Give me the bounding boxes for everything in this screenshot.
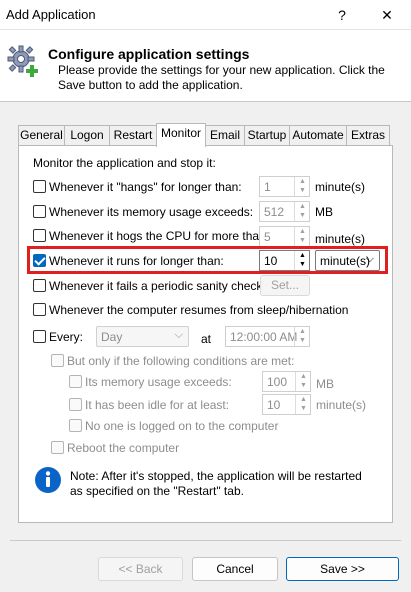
cond-idle-label: It has been idle for at least:	[85, 398, 230, 412]
hangs-checkbox[interactable]	[33, 180, 46, 193]
cancel-button[interactable]: Cancel	[192, 557, 278, 581]
spin-down-icon[interactable]: ▼	[296, 381, 311, 390]
memory-label: Whenever its memory usage exceeds:	[49, 205, 254, 219]
memory-unit: MB	[315, 205, 333, 219]
spin-down-icon[interactable]: ▼	[295, 186, 310, 195]
help-button[interactable]: ?	[330, 4, 354, 26]
runtime-stepper[interactable]: 10 ▲ ▼	[259, 250, 310, 271]
runtime-label: Whenever it runs for longer than:	[49, 254, 224, 268]
hangs-unit: minute(s)	[315, 180, 366, 194]
monitor-intro: Monitor the application and stop it:	[33, 156, 216, 170]
cond-memory-label: Its memory usage exceeds:	[85, 375, 232, 389]
memory-checkbox[interactable]	[33, 205, 46, 218]
window-title: Add Application	[6, 7, 96, 22]
dialog-header: Configure application settings Please pr…	[0, 30, 411, 102]
resume-label: Whenever the computer resumes from sleep…	[49, 303, 349, 317]
cpu-label: Whenever it hogs the CPU for more than:	[49, 229, 270, 243]
spin-up-icon[interactable]: ▲	[295, 327, 310, 336]
reboot-checkbox[interactable]	[51, 441, 64, 454]
cond-memory-unit: MB	[316, 377, 334, 391]
cpu-stepper[interactable]: 5 ▲ ▼	[259, 226, 310, 247]
header-description: Please provide the settings for your new…	[58, 63, 385, 92]
every-label: Every:	[49, 330, 84, 344]
save-button[interactable]: Save >>	[286, 557, 399, 581]
conditions-checkbox[interactable]	[51, 354, 64, 367]
sanity-checkbox[interactable]	[33, 279, 46, 292]
spin-up-icon[interactable]: ▲	[295, 202, 310, 211]
spin-down-icon[interactable]: ▼	[295, 211, 310, 220]
cond-idle-checkbox[interactable]	[69, 398, 82, 411]
spin-up-icon[interactable]: ▲	[295, 251, 310, 260]
spin-down-icon[interactable]: ▼	[295, 236, 310, 245]
tab-general[interactable]: General	[18, 125, 65, 146]
every-time-stepper[interactable]: 12:00:00 AM ▲ ▼	[225, 326, 310, 347]
spin-up-icon[interactable]: ▲	[296, 372, 311, 381]
memory-stepper[interactable]: 512 ▲ ▼	[259, 201, 310, 222]
cond-nologon-label: No one is logged on to the computer	[85, 419, 279, 433]
reboot-label: Reboot the computer	[67, 441, 180, 455]
restart-note: Note: After it's stopped, the applicatio…	[70, 469, 362, 498]
hangs-label: Whenever it "hangs" for longer than:	[49, 180, 242, 194]
cpu-checkbox[interactable]	[33, 229, 46, 242]
tab-monitor[interactable]: Monitor	[156, 123, 206, 147]
spin-down-icon[interactable]: ▼	[296, 404, 311, 413]
hangs-stepper[interactable]: 1 ▲ ▼	[259, 176, 310, 197]
tab-extras[interactable]: Extras	[346, 125, 390, 146]
cond-memory-checkbox[interactable]	[69, 375, 82, 388]
resume-checkbox[interactable]	[33, 303, 46, 316]
info-icon	[35, 467, 61, 493]
tab-restart[interactable]: Restart	[109, 125, 157, 146]
runtime-unit-select[interactable]: minute(s) ⌵	[315, 250, 380, 271]
spin-up-icon[interactable]: ▲	[295, 227, 310, 236]
cond-idle-stepper[interactable]: 10 ▲ ▼	[262, 394, 311, 415]
every-checkbox[interactable]	[33, 330, 46, 343]
back-button[interactable]: << Back	[98, 557, 183, 581]
sanity-label: Whenever it fails a periodic sanity chec…	[49, 279, 263, 293]
tab-automate[interactable]: Automate	[289, 125, 347, 146]
tab-startup[interactable]: Startup	[244, 125, 290, 146]
chevron-down-icon: ⌵	[365, 253, 374, 265]
every-at-label: at	[201, 332, 212, 346]
every-period-select[interactable]: Day ⌵	[96, 326, 189, 347]
conditions-label: But only if the following conditions are…	[67, 354, 295, 368]
spin-up-icon[interactable]: ▲	[296, 395, 311, 404]
gear-add-icon	[7, 45, 38, 77]
chevron-down-icon: ⌵	[174, 329, 183, 341]
header-title: Configure application settings	[48, 46, 250, 62]
spin-down-icon[interactable]: ▼	[295, 260, 310, 269]
title-bar: Add Application ? ✕	[0, 0, 411, 30]
close-button[interactable]: ✕	[375, 4, 399, 26]
spin-up-icon[interactable]: ▲	[295, 177, 310, 186]
runtime-checkbox[interactable]	[33, 254, 46, 267]
sanity-set-button[interactable]: Set...	[260, 275, 310, 296]
tab-email[interactable]: Email	[205, 125, 245, 146]
spin-down-icon[interactable]: ▼	[295, 336, 310, 345]
tab-logon[interactable]: Logon	[64, 125, 110, 146]
cond-nologon-checkbox[interactable]	[69, 419, 82, 432]
cond-idle-unit: minute(s)	[316, 398, 367, 412]
footer-divider	[10, 540, 401, 541]
cond-memory-stepper[interactable]: 100 ▲ ▼	[262, 371, 311, 392]
cpu-unit: minute(s)	[315, 232, 366, 246]
